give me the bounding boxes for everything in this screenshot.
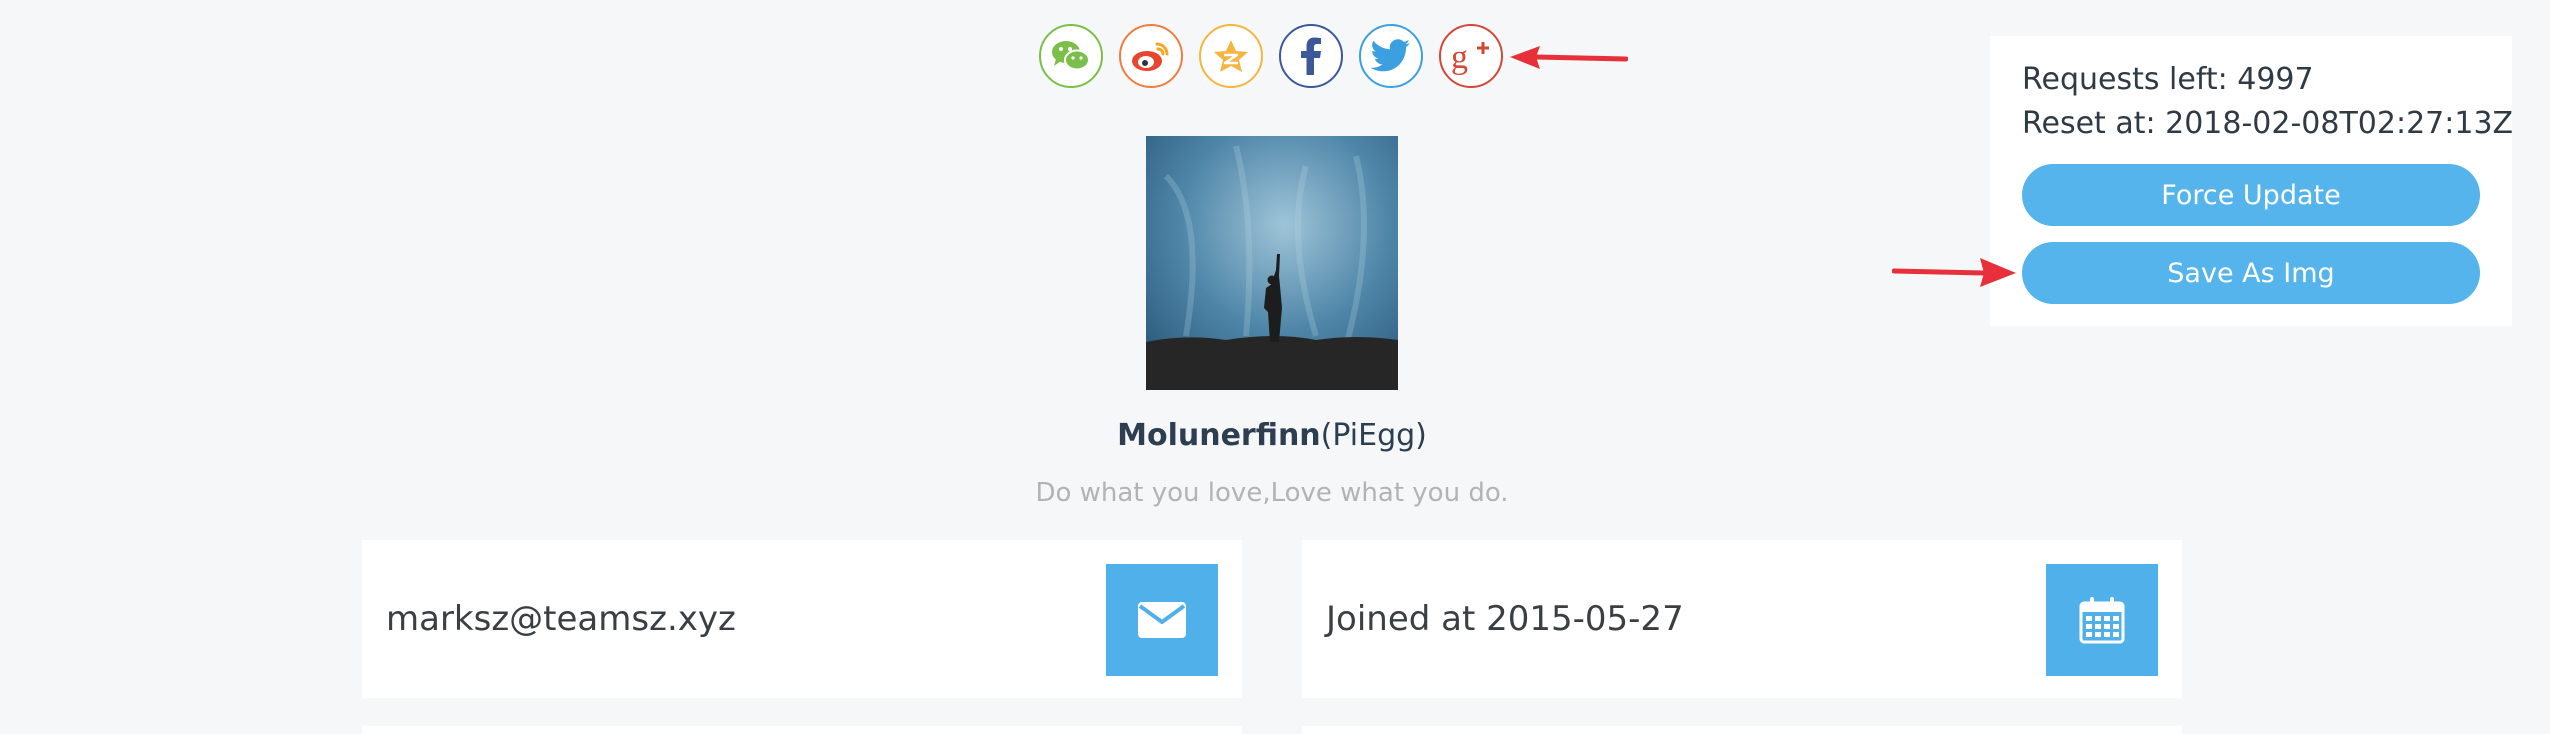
qzone-star-icon — [1214, 40, 1248, 72]
qzone-share-button[interactable] — [1199, 24, 1263, 88]
twitter-share-button[interactable] — [1359, 24, 1423, 88]
weibo-icon — [1132, 42, 1169, 71]
weibo-share-button[interactable] — [1119, 24, 1183, 88]
annotation-arrow-share — [1510, 46, 1628, 69]
rate-limit-panel: Requests left: 4997 Reset at: 2018-02-08… — [1990, 36, 2514, 326]
nickname: (PiEgg) — [1320, 418, 1427, 453]
profile-name: Molunerfinn(PiEgg) — [0, 418, 2544, 453]
google-plus-icon: g — [1451, 39, 1489, 76]
twitter-icon — [1371, 39, 1410, 72]
annotation-arrow-save — [1892, 258, 2016, 287]
next-card-edge — [362, 726, 1242, 734]
avatar — [1146, 136, 1398, 390]
facebook-icon — [1301, 37, 1321, 75]
wechat-icon — [1052, 41, 1090, 71]
facebook-share-button[interactable] — [1279, 24, 1343, 88]
google-plus-share-button[interactable]: g — [1439, 24, 1503, 88]
username: Molunerfinn — [1117, 418, 1321, 453]
force-update-button[interactable]: Force Update — [2022, 164, 2480, 226]
email-text: marksz@teamsz.xyz — [386, 599, 736, 639]
requests-left: Requests left: 4997 — [2022, 62, 2314, 97]
calendar-icon-tile — [2046, 564, 2158, 676]
envelope-icon — [1138, 602, 1186, 638]
calendar-icon — [2079, 597, 2125, 644]
email-icon-tile — [1106, 564, 1218, 676]
save-as-img-button[interactable]: Save As Img — [2022, 242, 2480, 304]
profile-tagline: Do what you love,Love what you do. — [1035, 478, 1509, 508]
wechat-share-button[interactable] — [1039, 24, 1103, 88]
joined-text: Joined at 2015-05-27 — [1326, 599, 1684, 639]
reset-at: Reset at: 2018-02-08T02:27:13Z — [2022, 106, 2514, 141]
joined-card: Joined at 2015-05-27 — [1302, 540, 2182, 698]
next-card-edge — [1302, 726, 2182, 734]
email-card: marksz@teamsz.xyz — [362, 540, 1242, 698]
svg-text:g: g — [1451, 39, 1468, 76]
